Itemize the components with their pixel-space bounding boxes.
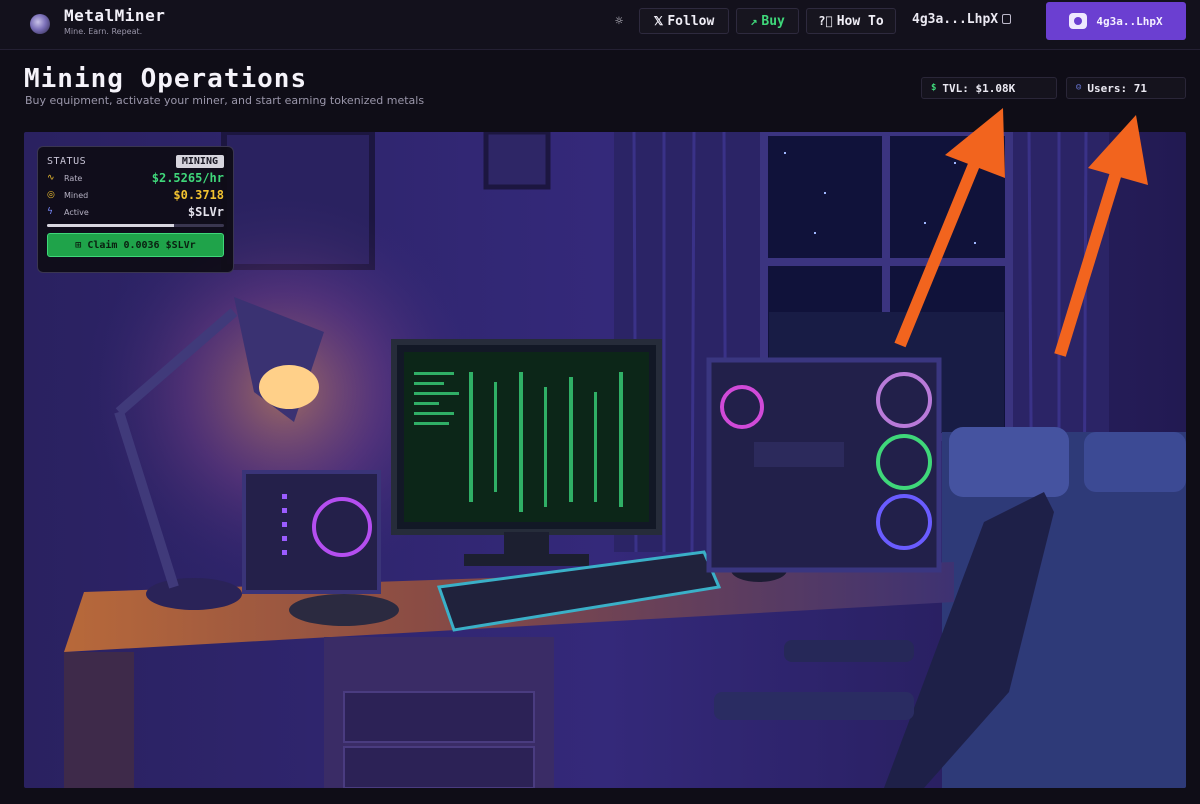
tvl-label: TVL: $1.08K: [942, 81, 1016, 95]
wallet-icon: [1069, 13, 1088, 29]
mined-label: Mined: [64, 190, 89, 200]
rate-row: ∿ Rate $2.5265/hr: [47, 171, 224, 185]
brand-logo-icon: [30, 14, 50, 34]
bolt-icon: ϟ: [47, 207, 53, 217]
mining-status-card: STATUS MINING ∿ Rate $2.5265/hr ◎ Mined $0…: [37, 146, 234, 273]
rate-value: $2.5265/hr: [151, 171, 224, 185]
active-value: $SLVr: [187, 205, 224, 219]
follow-label: Follow: [667, 13, 715, 29]
active-label: Active: [64, 207, 89, 217]
sun-icon: ☼: [615, 13, 623, 29]
users-label: Users: 71: [1087, 81, 1148, 95]
page-title: Mining Operations: [24, 64, 308, 94]
status-badge: MINING: [175, 155, 224, 168]
how-to-button[interactable]: ?⃝ How To: [806, 8, 896, 34]
external-link-icon: ↗: [750, 14, 758, 28]
users-stat: ☺ Users: 71: [1066, 77, 1186, 99]
buy-button[interactable]: ↗ Buy: [736, 8, 799, 34]
mining-progress-fill: [47, 224, 175, 227]
brand[interactable]: MetalMiner Mine. Earn. Repeat.: [30, 6, 165, 36]
brand-tagline: Mine. Earn. Repeat.: [64, 27, 143, 36]
theme-toggle-button[interactable]: ☼: [606, 8, 632, 34]
user-icon: ☺: [1076, 83, 1082, 93]
wallet-button-label: 4g3a..LhpX: [1096, 14, 1163, 28]
dollar-icon: $: [931, 83, 937, 93]
claim-button[interactable]: ⊞ Claim 0.0036 $SLVr: [47, 233, 224, 257]
rate-label: Rate: [64, 173, 83, 183]
status-title: STATUS: [47, 156, 87, 167]
x-logo-icon: 𝕏: [653, 14, 664, 28]
copy-icon[interactable]: [1002, 14, 1012, 24]
wallet-button[interactable]: 4g3a..LhpX: [1046, 2, 1186, 40]
claim-label: Claim 0.0036 $SLVr: [87, 239, 196, 251]
gift-icon: ⊞: [75, 239, 82, 251]
page-subtitle: Buy equipment, activate your miner, and …: [25, 94, 425, 107]
brand-name: MetalMiner: [64, 6, 166, 25]
wallet-address[interactable]: 4g3a...LhpX: [912, 12, 1012, 27]
how-to-label: How To: [836, 13, 884, 29]
top-bar: MetalMiner Mine. Earn. Repeat. ☼ 𝕏 Follo…: [0, 0, 1200, 50]
tvl-stat: $ TVL: $1.08K: [921, 77, 1057, 99]
follow-button[interactable]: 𝕏 Follow: [639, 8, 729, 34]
buy-label: Buy: [761, 13, 785, 29]
mined-value: $0.3718: [173, 188, 224, 202]
help-circle-icon: ?⃝: [818, 14, 833, 28]
activity-icon: ∿: [47, 173, 55, 183]
wallet-address-text: 4g3a...LhpX: [912, 12, 999, 27]
coins-icon: ◎: [47, 190, 55, 200]
active-row: ϟ Active $SLVr: [47, 205, 224, 219]
mined-row: ◎ Mined $0.3718: [47, 188, 224, 202]
mining-progress-bar: [47, 224, 224, 227]
